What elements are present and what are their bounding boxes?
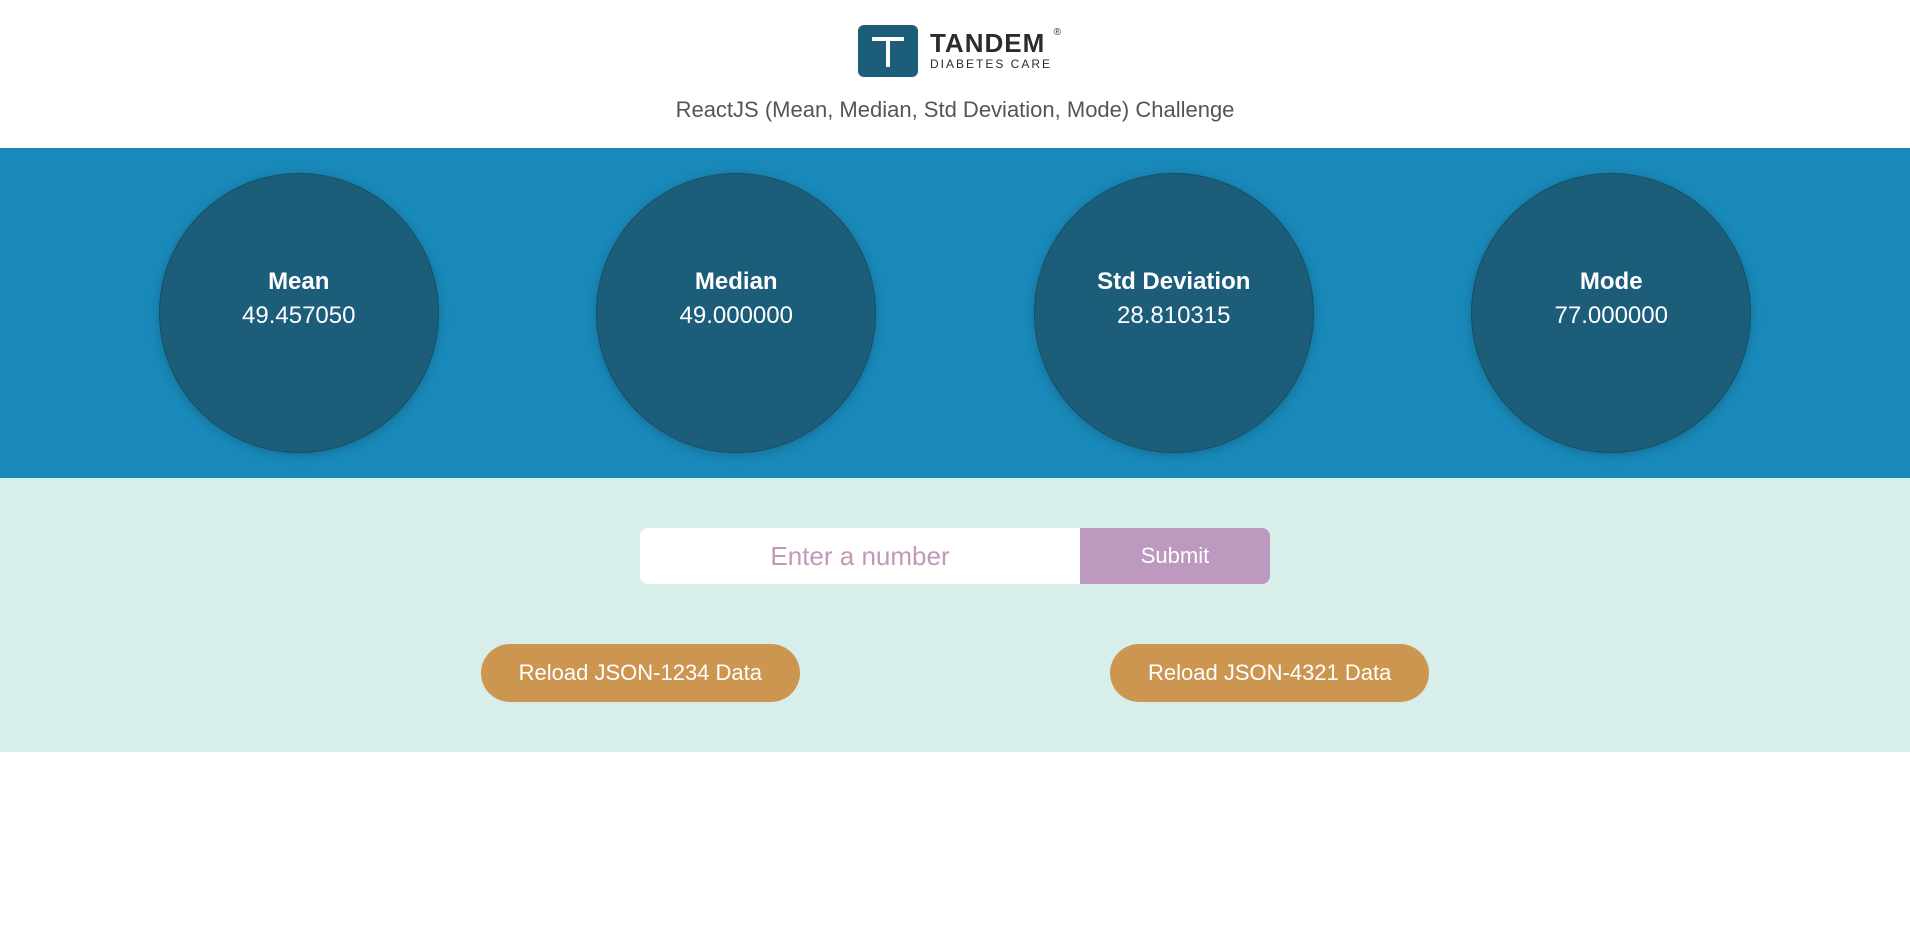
tandem-logo-icon — [858, 25, 918, 77]
stat-label: Std Deviation — [1097, 268, 1250, 296]
reload-row: Reload JSON-1234 Data Reload JSON-4321 D… — [0, 644, 1910, 702]
reload-4321-button[interactable]: Reload JSON-4321 Data — [1110, 644, 1429, 702]
stat-value: 49.000000 — [680, 302, 793, 330]
stat-median: Median 49.000000 — [596, 173, 876, 453]
stat-label: Median — [695, 268, 778, 296]
stat-mean: Mean 49.457050 — [159, 173, 439, 453]
controls-section: Submit Reload JSON-1234 Data Reload JSON… — [0, 478, 1910, 752]
logo-text: TANDEM DIABETES CARE — [930, 30, 1052, 73]
stat-value: 49.457050 — [242, 302, 355, 330]
brand-subtitle: DIABETES CARE — [930, 56, 1052, 73]
stat-value: 28.810315 — [1117, 302, 1230, 330]
stat-std-deviation: Std Deviation 28.810315 — [1034, 173, 1314, 453]
stat-label: Mean — [268, 268, 329, 296]
number-input[interactable] — [640, 528, 1080, 584]
logo: TANDEM DIABETES CARE — [0, 25, 1910, 77]
submit-button[interactable]: Submit — [1080, 528, 1270, 584]
header: TANDEM DIABETES CARE ReactJS (Mean, Medi… — [0, 0, 1910, 148]
input-row: Submit — [0, 528, 1910, 584]
brand-name: TANDEM — [930, 30, 1052, 56]
reload-1234-button[interactable]: Reload JSON-1234 Data — [481, 644, 800, 702]
stat-value: 77.000000 — [1555, 302, 1668, 330]
stat-mode: Mode 77.000000 — [1471, 173, 1751, 453]
stat-label: Mode — [1580, 268, 1643, 296]
page-subtitle: ReactJS (Mean, Median, Std Deviation, Mo… — [0, 97, 1910, 123]
stats-band: Mean 49.457050 Median 49.000000 Std Devi… — [0, 148, 1910, 478]
